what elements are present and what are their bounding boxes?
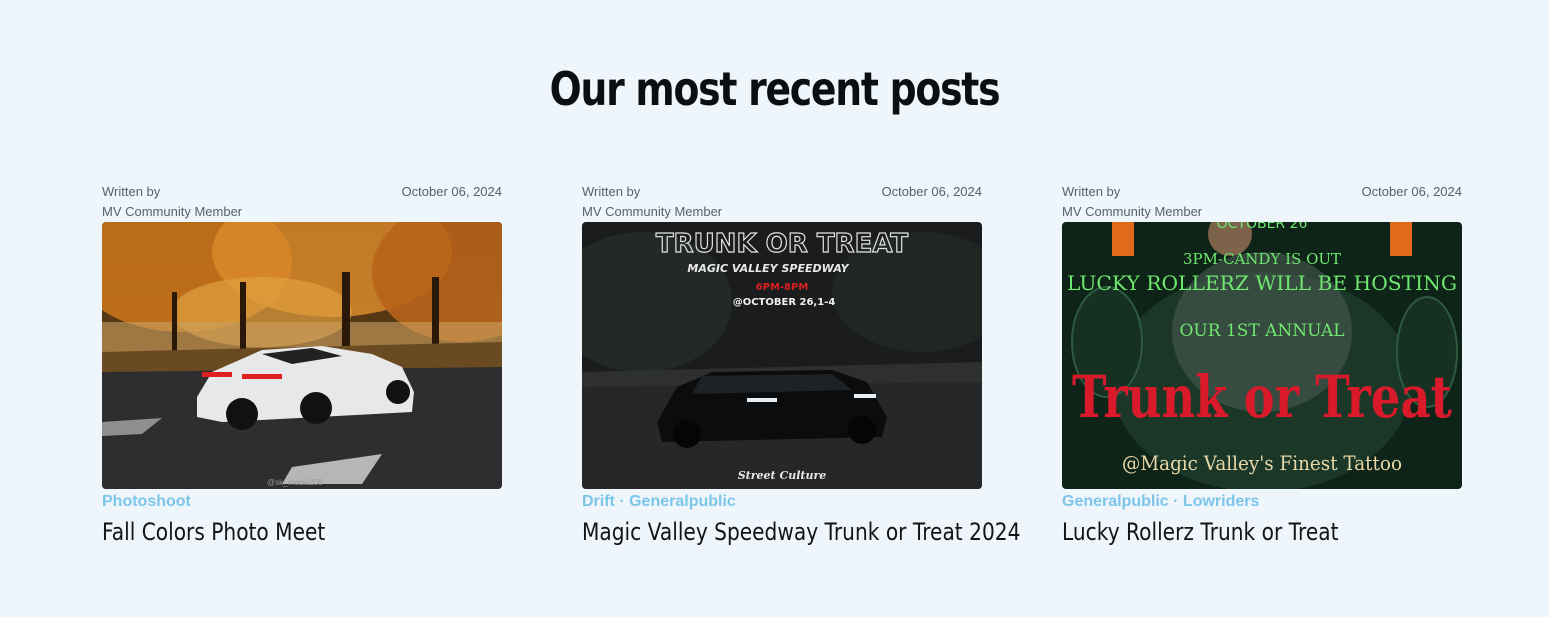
image-venue: MAGIC VALLEY SPEEDWAY <box>687 262 849 275</box>
author-name: MV Community Member <box>1062 204 1203 219</box>
author-name: MV Community Member <box>102 204 243 219</box>
image-date: @OCTOBER 26,1-4 <box>733 297 836 308</box>
author-name: MV Community Member <box>582 204 723 219</box>
post-card[interactable]: Written by MV Community Member October 0… <box>102 182 502 546</box>
image-time: 6PM-8PM <box>756 282 809 293</box>
post-date: October 06, 2024 <box>881 184 982 199</box>
post-tags[interactable]: Photoshoot <box>102 493 191 511</box>
post-title[interactable]: Magic Valley Speedway Trunk or Treat 202… <box>582 518 1020 546</box>
post-title[interactable]: Fall Colors Photo Meet <box>102 518 325 546</box>
post-date: October 06, 2024 <box>401 184 502 199</box>
image-headline: Trunk or Treat <box>1072 363 1452 431</box>
post-card[interactable]: Written by MV Community Member October 0… <box>1062 182 1462 546</box>
image-line-4: @Magic Valley's Finest Tattoo <box>1122 451 1402 475</box>
image-line-2: LUCKY ROLLERZ WILL BE HOSTING <box>1067 271 1457 295</box>
written-by-label: Written by <box>102 184 161 199</box>
post-meta: Written by MV Community Member October 0… <box>1062 182 1462 222</box>
post-meta: Written by MV Community Member October 0… <box>102 182 502 222</box>
image-footer: Street Culture <box>738 469 827 482</box>
image-headline: TRUNK OR TREAT <box>656 229 909 259</box>
post-meta: Written by MV Community Member October 0… <box>582 182 982 222</box>
written-by-label: Written by <box>582 184 641 199</box>
post-thumbnail[interactable]: @sk_media208 <box>102 222 502 489</box>
image-top-text: OCTOBER 26 <box>1217 222 1308 232</box>
written-by-label: Written by <box>1062 184 1121 199</box>
post-card[interactable]: Written by MV Community Member October 0… <box>582 182 1020 546</box>
post-thumbnail[interactable]: OCTOBER 26 3PM-CANDY IS OUT LUCKY ROLLER… <box>1062 222 1462 489</box>
post-thumbnail[interactable]: TRUNK OR TREAT MAGIC VALLEY SPEEDWAY 6PM… <box>582 222 982 489</box>
image-watermark: @sk_media208 <box>267 478 323 487</box>
post-date: October 06, 2024 <box>1361 184 1462 199</box>
post-title[interactable]: Lucky Rollerz Trunk or Treat <box>1062 518 1339 546</box>
image-line-3: OUR 1ST ANNUAL <box>1179 321 1344 341</box>
image-line-1: 3PM-CANDY IS OUT <box>1183 250 1341 268</box>
section-title: Our most recent posts <box>549 62 1001 116</box>
post-tags[interactable]: Generalpublic · Lowriders <box>1062 493 1259 511</box>
post-tags[interactable]: Drift · Generalpublic <box>582 493 736 511</box>
